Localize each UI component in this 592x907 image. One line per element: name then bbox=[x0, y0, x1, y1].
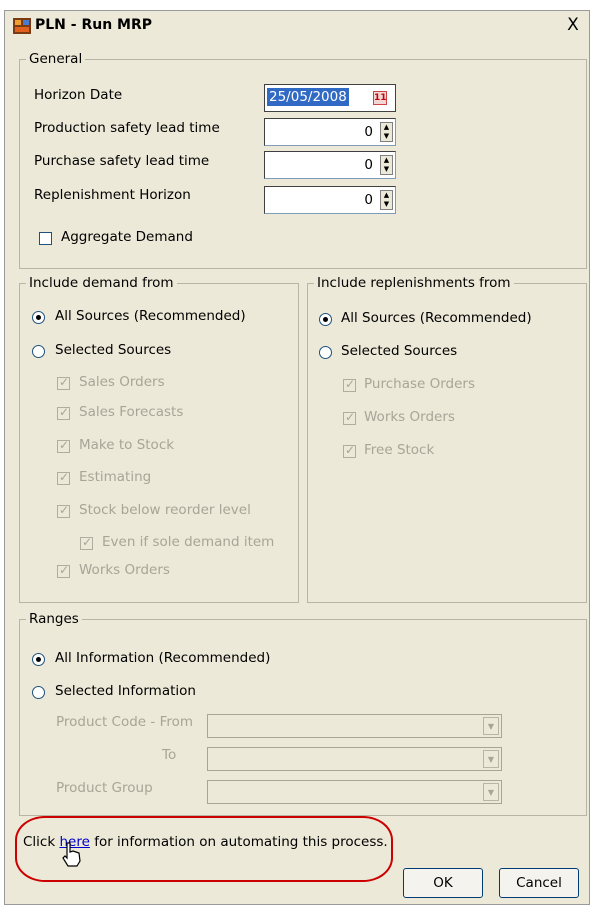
ranges-legend: Ranges bbox=[29, 611, 79, 627]
selected-information-radio[interactable] bbox=[32, 686, 45, 699]
replenish-selected-sources-label: Selected Sources bbox=[341, 343, 458, 359]
product-code-from-select[interactable]: ▼ bbox=[207, 714, 502, 738]
run-mrp-dialog: PLN - Run MRP X General Horizon Date 25/… bbox=[4, 10, 590, 905]
all-information-label: All Information (Recommended) bbox=[55, 650, 271, 666]
estimating-checkbox[interactable]: ✓ bbox=[57, 470, 70, 485]
chevron-down-icon[interactable]: ▼ bbox=[483, 717, 499, 735]
replenishment-horizon-value: 0 bbox=[364, 192, 373, 208]
demand-all-sources-label: All Sources (Recommended) bbox=[55, 308, 246, 324]
product-group-select[interactable]: ▼ bbox=[207, 780, 502, 804]
spinner-arrows-icon[interactable]: ▲ ▼ bbox=[380, 190, 393, 210]
production-lead-value: 0 bbox=[364, 124, 373, 140]
free-stock-label: Free Stock bbox=[364, 442, 435, 458]
replenish-works-orders-checkbox[interactable]: ✓ bbox=[343, 410, 356, 425]
replenish-works-orders-label: Works Orders bbox=[364, 409, 455, 425]
sales-forecasts-label: Sales Forecasts bbox=[79, 404, 184, 420]
sales-orders-checkbox[interactable]: ✓ bbox=[57, 375, 70, 390]
app-icon bbox=[13, 18, 31, 34]
make-to-stock-label: Make to Stock bbox=[79, 437, 175, 453]
stock-below-reorder-label: Stock below reorder level bbox=[79, 502, 251, 518]
product-code-to-select[interactable]: ▼ bbox=[207, 747, 502, 771]
purchase-orders-checkbox[interactable]: ✓ bbox=[343, 377, 356, 392]
click-text: Click bbox=[23, 834, 56, 850]
cancel-button[interactable]: Cancel bbox=[499, 868, 579, 898]
production-lead-spinner[interactable]: 0 ▲ ▼ bbox=[264, 118, 396, 146]
replenish-all-sources-label: All Sources (Recommended) bbox=[341, 310, 532, 326]
demand-selected-sources-radio[interactable] bbox=[32, 345, 45, 358]
chevron-down-icon[interactable]: ▼ bbox=[483, 783, 499, 801]
replenishment-horizon-label: Replenishment Horizon bbox=[34, 187, 191, 203]
demand-selected-sources-label: Selected Sources bbox=[55, 342, 172, 358]
ok-button[interactable]: OK bbox=[403, 868, 483, 898]
demand-works-orders-label: Works Orders bbox=[79, 562, 170, 578]
window-title: PLN - Run MRP bbox=[35, 17, 153, 33]
purchase-lead-label: Purchase safety lead time bbox=[34, 153, 210, 169]
general-legend: General bbox=[29, 51, 83, 67]
product-group-label: Product Group bbox=[56, 780, 153, 796]
free-stock-checkbox[interactable]: ✓ bbox=[343, 443, 356, 458]
estimating-label: Estimating bbox=[79, 469, 152, 485]
horizon-date-label: Horizon Date bbox=[34, 87, 123, 103]
purchase-orders-label: Purchase Orders bbox=[364, 376, 475, 392]
product-code-from-label: Product Code - From bbox=[56, 714, 194, 730]
replenishment-legend: Include replenishments from bbox=[317, 275, 511, 291]
make-to-stock-checkbox[interactable]: ✓ bbox=[57, 438, 70, 453]
product-code-to-label: To bbox=[162, 747, 177, 763]
close-icon[interactable]: X bbox=[563, 15, 583, 35]
spinner-arrows-icon[interactable]: ▲ ▼ bbox=[380, 122, 393, 142]
aggregate-demand-checkbox[interactable] bbox=[39, 232, 52, 245]
replenish-selected-sources-radio[interactable] bbox=[319, 346, 332, 359]
stock-below-reorder-checkbox[interactable]: ✓ bbox=[57, 503, 70, 518]
hand-cursor-icon bbox=[62, 842, 81, 867]
replenishment-horizon-spinner[interactable]: 0 ▲ ▼ bbox=[264, 186, 396, 214]
purchase-lead-value: 0 bbox=[364, 157, 373, 173]
automation-rest-text: for information on automating this proce… bbox=[94, 834, 388, 850]
chevron-down-icon[interactable]: ▼ bbox=[483, 750, 499, 768]
sales-orders-label: Sales Orders bbox=[79, 374, 165, 390]
even-if-sole-demand-label: Even if sole demand item bbox=[102, 534, 275, 550]
aggregate-demand-label: Aggregate Demand bbox=[61, 229, 193, 245]
demand-works-orders-checkbox[interactable]: ✓ bbox=[57, 563, 70, 578]
production-lead-label: Production safety lead time bbox=[34, 120, 220, 136]
spinner-arrows-icon[interactable]: ▲ ▼ bbox=[380, 155, 393, 175]
demand-all-sources-radio[interactable] bbox=[32, 311, 45, 324]
replenish-all-sources-radio[interactable] bbox=[319, 313, 332, 326]
even-if-sole-demand-checkbox[interactable]: ✓ bbox=[80, 535, 93, 550]
horizon-date-field[interactable]: 25/05/2008 11 bbox=[264, 84, 396, 112]
title-bar: PLN - Run MRP X bbox=[5, 11, 589, 41]
horizon-date-value: 25/05/2008 bbox=[267, 88, 349, 106]
calendar-icon[interactable]: 11 bbox=[373, 91, 387, 105]
purchase-lead-spinner[interactable]: 0 ▲ ▼ bbox=[264, 151, 396, 179]
sales-forecasts-checkbox[interactable]: ✓ bbox=[57, 405, 70, 420]
all-information-radio[interactable] bbox=[32, 653, 45, 666]
demand-legend: Include demand from bbox=[29, 275, 174, 291]
selected-information-label: Selected Information bbox=[55, 683, 196, 699]
